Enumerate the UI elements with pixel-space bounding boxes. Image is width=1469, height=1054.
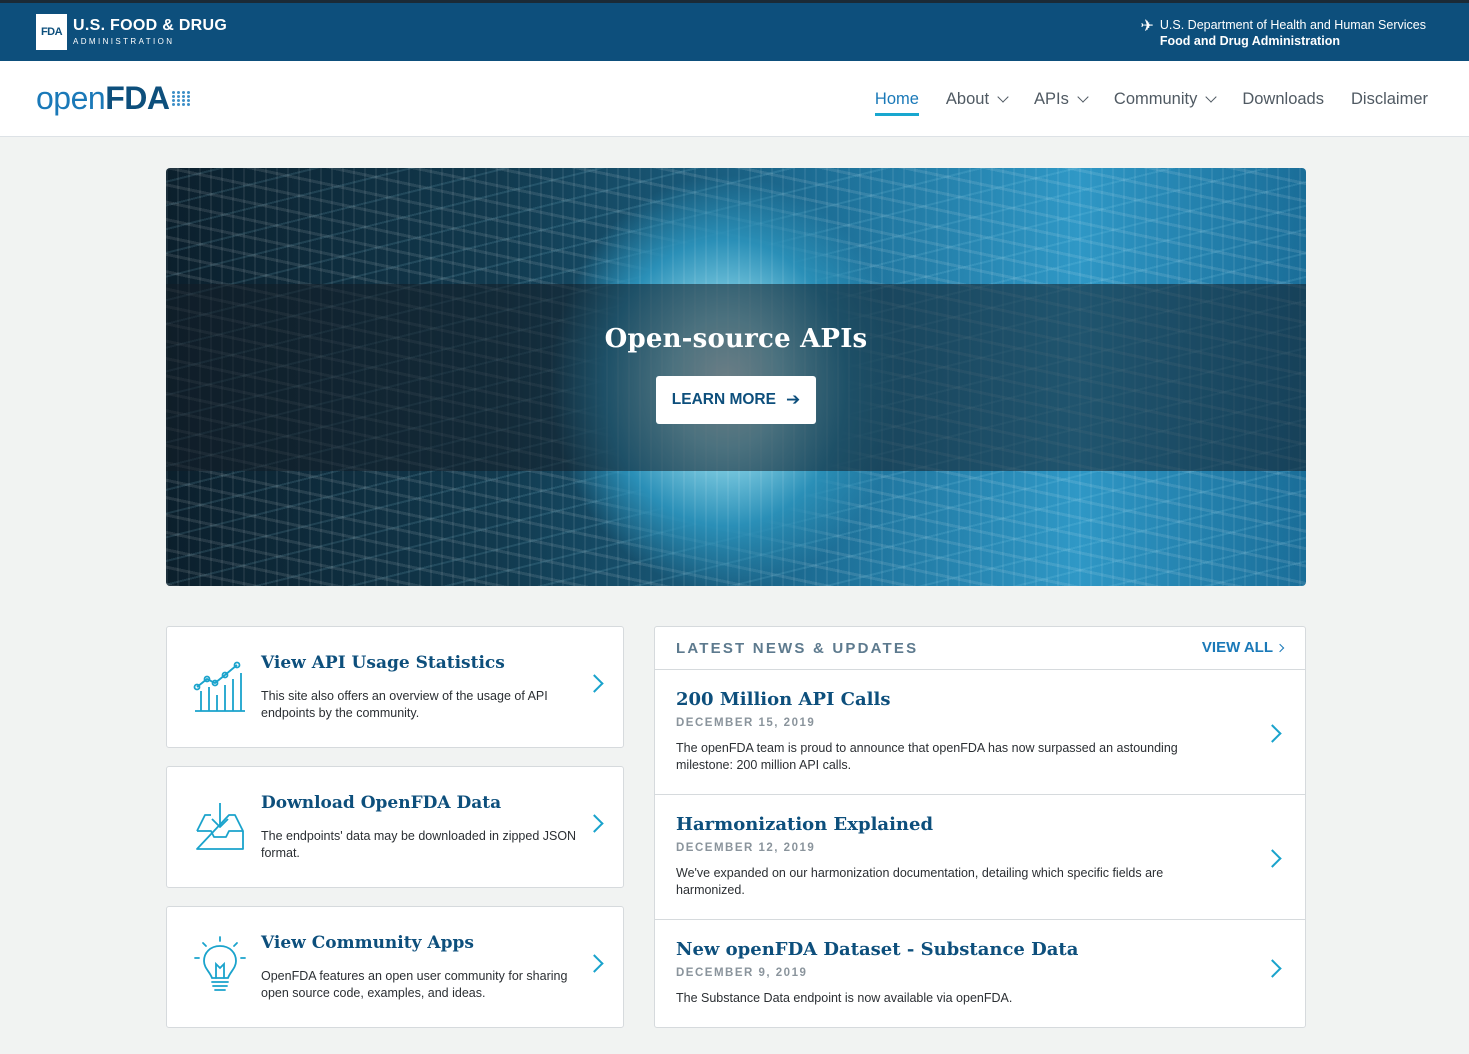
chevron-right-icon bbox=[1263, 724, 1282, 743]
card-description: OpenFDA features an open user community … bbox=[261, 969, 568, 1000]
fda-logo[interactable]: FDA U.S. FOOD & DRUG ADMINISTRATION bbox=[36, 14, 227, 50]
card-description: This site also offers an overview of the… bbox=[261, 689, 548, 720]
news-date: DECEMBER 9, 2019 bbox=[676, 967, 808, 979]
nav-item-home[interactable]: Home bbox=[874, 61, 919, 137]
hhs-eagle-icon: ✈ bbox=[1140, 18, 1154, 35]
card-community-apps[interactable]: View Community Apps OpenFDA features an … bbox=[166, 906, 624, 1028]
view-all-link[interactable]: VIEW ALL bbox=[1202, 639, 1285, 656]
news-summary: We've expanded on our harmonization docu… bbox=[676, 866, 1164, 897]
news-date: DECEMBER 15, 2019 bbox=[676, 717, 816, 729]
news-item[interactable]: Harmonization Explained DECEMBER 12, 201… bbox=[655, 795, 1305, 920]
nav-item-disclaimer[interactable]: Disclaimer bbox=[1351, 61, 1428, 137]
hero-banner: Open-source APIs LEARN MORE ➔ bbox=[166, 168, 1306, 586]
chevron-right-icon bbox=[1275, 643, 1285, 652]
download-tray-icon bbox=[196, 803, 244, 850]
card-title: View API Usage Statistics bbox=[261, 653, 505, 673]
line-chart-icon bbox=[193, 661, 245, 712]
hero-title: Open-source APIs bbox=[604, 324, 868, 354]
chevron-right-icon bbox=[585, 674, 604, 693]
fda-logo-mark: FDA bbox=[36, 14, 67, 50]
news-header: LATEST NEWS & UPDATES VIEW ALL bbox=[655, 627, 1305, 670]
news-item[interactable]: 200 Million API Calls DECEMBER 15, 2019 … bbox=[655, 670, 1305, 795]
chevron-right-icon bbox=[585, 954, 604, 973]
logo-fda-text: FDA bbox=[105, 80, 170, 116]
chevron-down-icon bbox=[1077, 90, 1089, 103]
news-title: New openFDA Dataset - Substance Data bbox=[676, 939, 1079, 960]
chevron-down-icon bbox=[997, 90, 1009, 103]
nav-item-apis[interactable]: APIs bbox=[1034, 61, 1089, 137]
nav-item-community[interactable]: Community bbox=[1114, 61, 1218, 137]
nav-menu: Home About APIs Community Downloads Disc… bbox=[874, 61, 1428, 137]
arrow-right-icon: ➔ bbox=[785, 390, 801, 409]
hhs-dept-name: U.S. Department of Health and Human Serv… bbox=[1159, 18, 1426, 32]
openfda-logo[interactable]: open FDA bbox=[36, 81, 191, 115]
news-date: DECEMBER 12, 2019 bbox=[676, 842, 816, 854]
news-title: Harmonization Explained bbox=[676, 814, 934, 835]
card-api-usage-statistics[interactable]: View API Usage Statistics This site also… bbox=[166, 626, 624, 748]
hhs-link[interactable]: ✈ U.S. Department of Health and Human Se… bbox=[1140, 17, 1426, 49]
card-title: Download OpenFDA Data bbox=[261, 793, 502, 813]
card-title: View Community Apps bbox=[261, 933, 474, 953]
news-summary: The Substance Data endpoint is now avail… bbox=[676, 991, 1013, 1005]
lightbulb-icon bbox=[194, 936, 246, 991]
logo-open-text: open bbox=[36, 80, 106, 116]
nav-item-about[interactable]: About bbox=[946, 61, 1009, 137]
nav-item-downloads[interactable]: Downloads bbox=[1242, 61, 1324, 137]
news-title: 200 Million API Calls bbox=[676, 689, 891, 710]
fda-logo-line1: U.S. FOOD & DRUG bbox=[73, 17, 228, 34]
news-panel: LATEST NEWS & UPDATES VIEW ALL 200 Milli… bbox=[654, 626, 1306, 1028]
card-download-openfda-data[interactable]: Download OpenFDA Data The endpoints' dat… bbox=[166, 766, 624, 888]
learn-more-button[interactable]: LEARN MORE ➔ bbox=[656, 376, 816, 424]
fda-logo-line2: ADMINISTRATION bbox=[73, 37, 175, 46]
chevron-right-icon bbox=[1263, 959, 1282, 978]
logo-dots-icon bbox=[172, 90, 191, 106]
chevron-down-icon bbox=[1205, 90, 1218, 103]
gov-banner: FDA U.S. FOOD & DRUG ADMINISTRATION ✈ U.… bbox=[0, 0, 1469, 61]
chevron-right-icon bbox=[1263, 849, 1282, 868]
main-nav: open FDA Home About APIs Community Downlo… bbox=[0, 61, 1469, 137]
chevron-right-icon bbox=[585, 814, 604, 833]
news-summary: The openFDA team is proud to announce th… bbox=[676, 741, 1178, 772]
hhs-agency-name: Food and Drug Administration bbox=[1159, 34, 1340, 48]
news-heading: LATEST NEWS & UPDATES bbox=[676, 640, 919, 657]
news-item[interactable]: New openFDA Dataset - Substance Data DEC… bbox=[655, 920, 1305, 1027]
card-description: The endpoints' data may be downloaded in… bbox=[261, 829, 577, 860]
